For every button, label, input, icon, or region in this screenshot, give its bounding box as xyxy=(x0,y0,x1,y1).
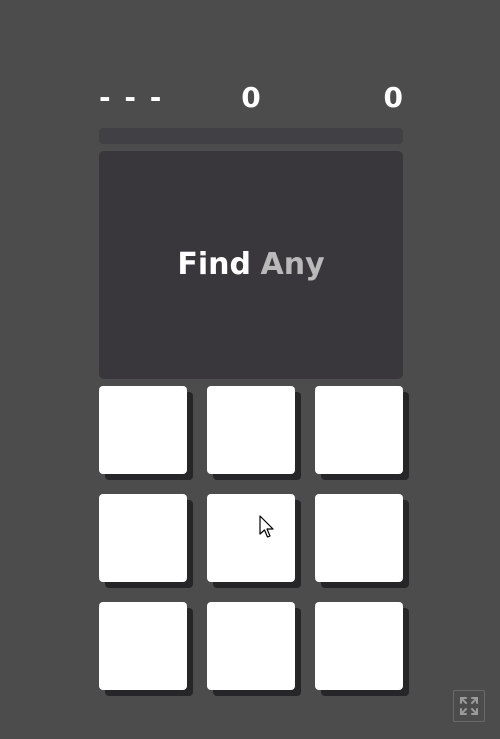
tile-2-3[interactable] xyxy=(315,494,403,582)
tile-2-2[interactable] xyxy=(207,494,295,582)
tile-3-2[interactable] xyxy=(207,602,295,690)
prompt-target: Any xyxy=(260,247,325,282)
prompt-panel: Find Any xyxy=(99,151,403,379)
tile-3-3[interactable] xyxy=(315,602,403,690)
progress-bar xyxy=(99,128,403,144)
score-right: 0 xyxy=(383,81,403,114)
scoreboard: - - - 0 0 xyxy=(99,80,403,116)
tile-1-2[interactable] xyxy=(207,386,295,474)
fullscreen-button[interactable] xyxy=(453,690,485,722)
prompt-verb: Find xyxy=(177,247,251,282)
prompt-text: Find Any xyxy=(177,247,324,283)
tile-3-1[interactable] xyxy=(99,602,187,690)
game-stage: - - - 0 0 Find Any xyxy=(0,0,500,739)
tile-grid xyxy=(99,386,403,690)
tile-2-1[interactable] xyxy=(99,494,187,582)
tile-1-3[interactable] xyxy=(315,386,403,474)
expand-icon xyxy=(460,697,478,715)
score-middle: 0 xyxy=(241,81,261,114)
tile-1-1[interactable] xyxy=(99,386,187,474)
